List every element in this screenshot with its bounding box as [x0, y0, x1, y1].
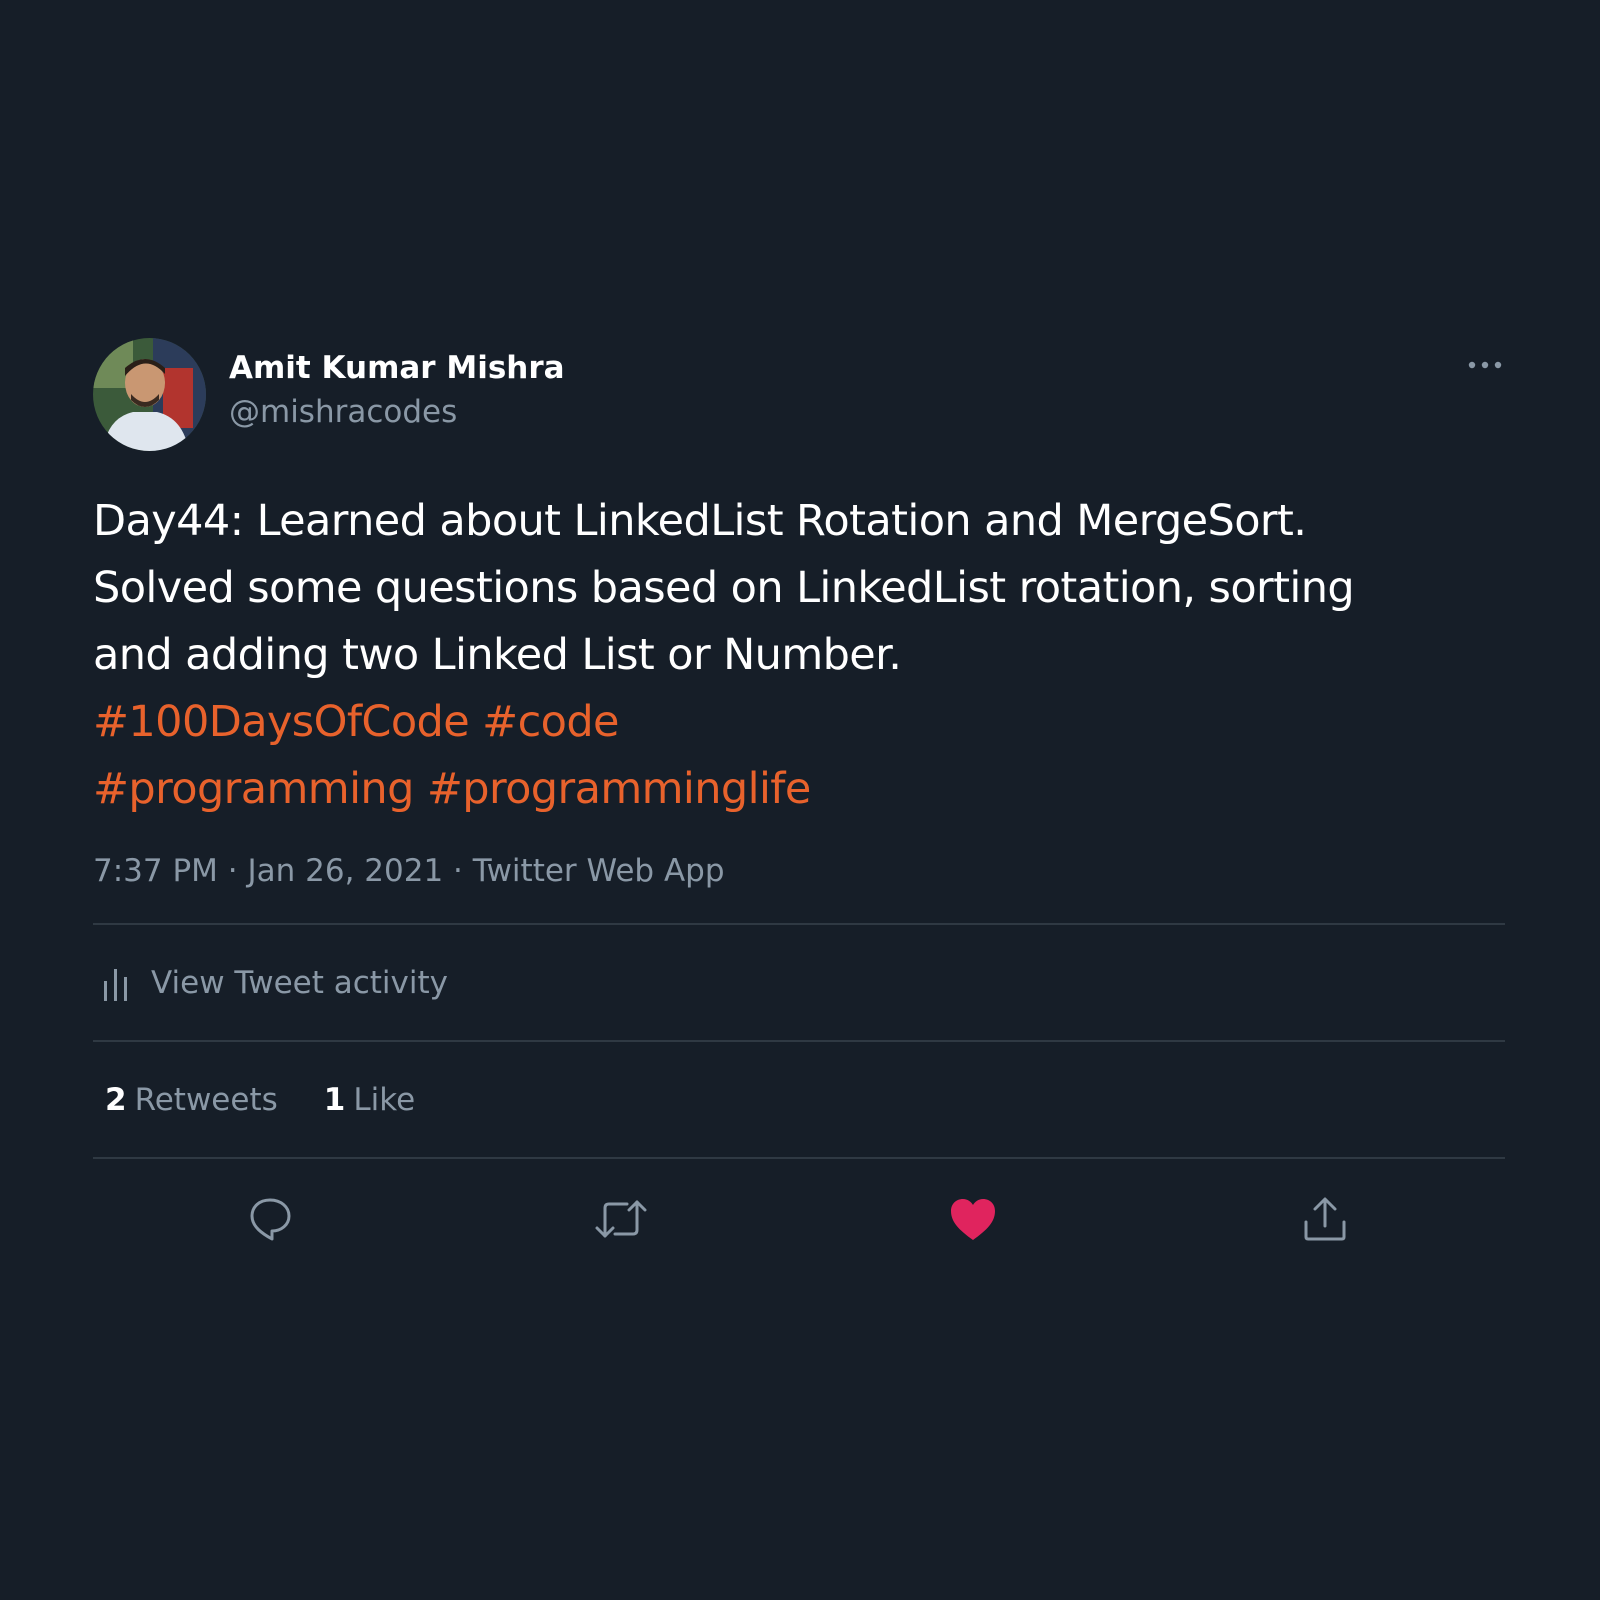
more-options-button[interactable] — [1465, 350, 1505, 380]
hashtag-link[interactable]: #programming — [93, 764, 414, 814]
hashtag-link[interactable]: #code — [482, 697, 619, 747]
view-tweet-activity-label: View Tweet activity — [151, 964, 448, 1001]
tweet-card: Amit Kumar Mishra @mishracodes Day44: Le… — [93, 338, 1505, 1279]
view-tweet-activity-link[interactable]: View Tweet activity — [93, 925, 1505, 1040]
tweet-date[interactable]: Jan 26, 2021 — [248, 853, 444, 889]
separator-dot: · — [453, 853, 473, 889]
retweets-count: 2 — [105, 1081, 127, 1118]
likes-count: 1 — [323, 1081, 346, 1118]
likes-stat[interactable]: 1 Like — [324, 1082, 415, 1118]
tweet-stats: 2 Retweets 1 Like — [93, 1042, 1505, 1157]
tweet-text-line: Day44: Learned about LinkedList Rotation… — [93, 496, 1307, 546]
tweet-text-line: and adding two Linked List or Number. — [93, 630, 902, 680]
author-handle[interactable]: @mishracodes — [229, 394, 457, 430]
share-button[interactable] — [1295, 1189, 1355, 1249]
like-button[interactable] — [943, 1189, 1003, 1249]
hashtag-link[interactable]: #programminglife — [427, 764, 811, 814]
more-horizontal-icon — [1468, 361, 1502, 369]
tweet-source[interactable]: Twitter Web App — [473, 853, 725, 889]
retweets-label: Retweets — [134, 1081, 278, 1118]
separator-dot: · — [227, 853, 248, 889]
avatar-image — [93, 338, 206, 451]
tweet-actions — [93, 1159, 1505, 1279]
hashtag-list: #100DaysOfCode #code #programming #progr… — [93, 689, 1505, 823]
heart-icon — [951, 1199, 995, 1240]
retweet-icon — [595, 1200, 647, 1238]
avatar[interactable] — [93, 338, 206, 451]
reply-icon — [250, 1198, 291, 1241]
tweet-text-line: Solved some questions based on LinkedLis… — [93, 563, 1355, 613]
bar-chart-icon — [104, 968, 127, 1001]
reply-button[interactable] — [240, 1189, 300, 1249]
share-icon — [1304, 1197, 1346, 1241]
author-name[interactable]: Amit Kumar Mishra — [229, 350, 565, 386]
hashtag-link[interactable]: #100DaysOfCode — [93, 697, 470, 747]
tweet-meta: 7:37 PM · Jan 26, 2021 · Twitter Web App — [93, 853, 1505, 889]
retweets-stat[interactable]: 2 Retweets — [105, 1082, 278, 1118]
tweet-text: Day44: Learned about LinkedList Rotation… — [93, 488, 1505, 689]
tweet-header: Amit Kumar Mishra @mishracodes — [93, 338, 1505, 452]
tweet-time[interactable]: 7:37 PM — [93, 853, 218, 889]
likes-label: Like — [353, 1081, 416, 1118]
retweet-button[interactable] — [591, 1189, 651, 1249]
